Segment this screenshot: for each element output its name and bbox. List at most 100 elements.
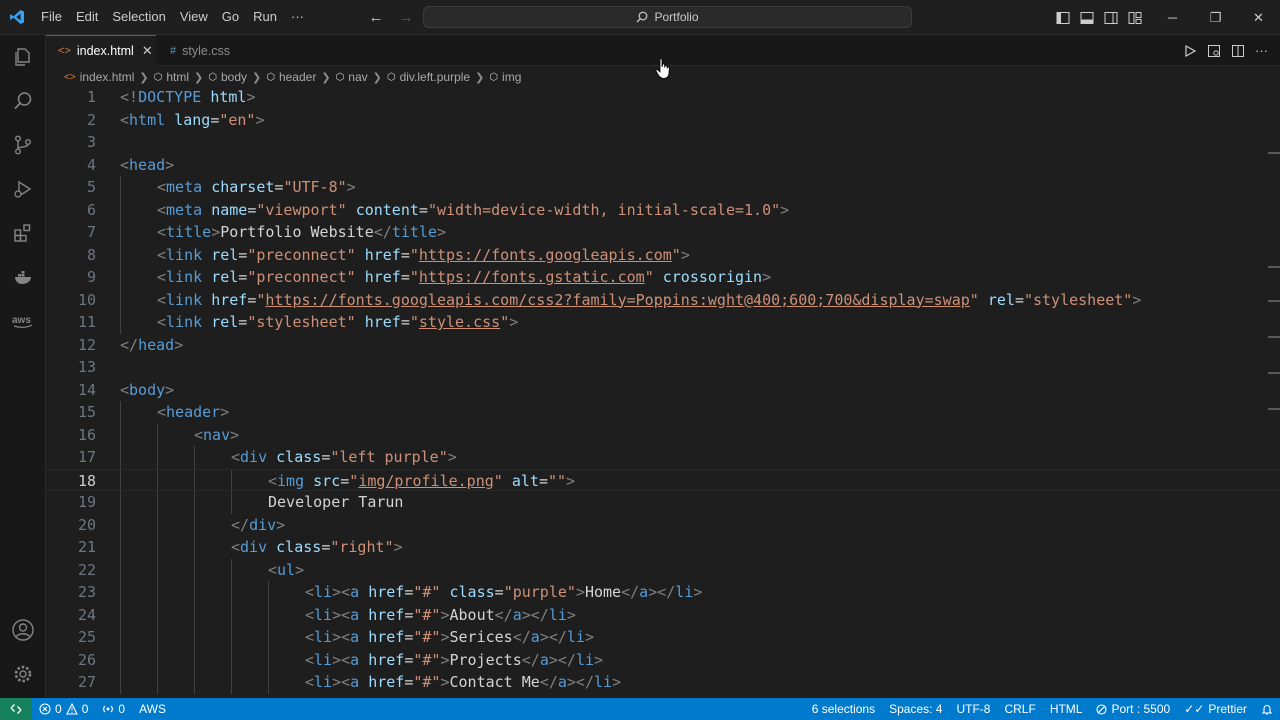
code-line[interactable]: 6 <meta name="viewport" content="width=de… (46, 198, 1280, 221)
explorer-icon[interactable] (0, 35, 46, 79)
menu-run[interactable]: Run (246, 5, 284, 29)
code-line[interactable]: 17 <div class="left purple"> (46, 446, 1280, 469)
indentation-status[interactable]: Spaces: 4 (882, 698, 949, 720)
code-line[interactable]: 3 (46, 131, 1280, 154)
code-line[interactable]: 19 Developer Tarun (46, 491, 1280, 514)
command-center-label: Portfolio (654, 10, 699, 24)
code-line[interactable]: 20 </div> (46, 513, 1280, 536)
error-icon (39, 703, 51, 715)
menu-selection[interactable]: Selection (105, 5, 172, 29)
code-line[interactable]: 27 <li><a href="#">Contact Me</a></li> (46, 671, 1280, 694)
code-line[interactable]: 25 <li><a href="#">Serices</a></li> (46, 626, 1280, 649)
breadcrumb-item-body[interactable]: ⬡ body (208, 70, 247, 84)
close-window-icon[interactable]: ✕ (1237, 0, 1280, 35)
broadcast-icon (103, 705, 114, 713)
code-line[interactable]: 12 </head> (46, 334, 1280, 357)
menu-go[interactable]: Go (215, 5, 246, 29)
tab-style-css[interactable]: # style.css (158, 35, 248, 66)
code-line[interactable]: 7 <title>Portfolio Website</title> (46, 221, 1280, 244)
html-file-icon: <> (58, 45, 71, 57)
docker-icon[interactable] (0, 255, 46, 299)
html-file-icon: <> (64, 71, 76, 83)
eol-status[interactable]: CRLF (997, 698, 1042, 720)
menu-view[interactable]: View (173, 5, 215, 29)
search-icon[interactable] (0, 79, 46, 123)
remote-indicator-icon[interactable] (0, 698, 32, 720)
more-actions-icon[interactable]: ··· (1255, 43, 1268, 58)
accounts-icon[interactable] (0, 608, 46, 652)
selections-status[interactable]: 6 selections (805, 698, 882, 720)
code-line[interactable]: 10 <link href="https://fonts.googleapis.c… (46, 288, 1280, 311)
code-line[interactable]: 2 <html lang="en"> (46, 109, 1280, 132)
code-line[interactable]: 26 <li><a href="#">Projects</a></li> (46, 648, 1280, 671)
code-line[interactable]: 22 <ul> (46, 558, 1280, 581)
customize-layout-icon[interactable] (1126, 9, 1144, 27)
code-line[interactable]: 24 <li><a href="#">About</a></li> (46, 603, 1280, 626)
breadcrumb-item-header[interactable]: ⬡ header (266, 70, 316, 84)
open-preview-icon[interactable] (1207, 44, 1221, 58)
prettier-status[interactable]: ✓✓ Prettier (1177, 698, 1254, 720)
overview-ruler[interactable] (1268, 88, 1280, 698)
code-line[interactable]: 15 <header> (46, 401, 1280, 424)
breadcrumb-item-div[interactable]: ⬡ div.left.purple (387, 70, 470, 84)
css-file-icon: # (170, 44, 177, 57)
code-line[interactable]: 9 <link rel="preconnect" href="https://fo… (46, 266, 1280, 289)
code-link[interactable]: img/profile.png (358, 472, 493, 490)
element-icon: ⬡ (335, 71, 345, 83)
manage-gear-icon[interactable] (0, 652, 46, 696)
aws-status[interactable]: AWS (132, 698, 173, 720)
svg-text:aws: aws (12, 315, 31, 326)
element-icon: ⬡ (208, 71, 217, 83)
split-editor-icon[interactable] (1231, 44, 1245, 58)
command-center-search[interactable]: Portfolio (423, 6, 912, 28)
tab-index-html[interactable]: <> index.html ✕ (46, 35, 156, 66)
block-icon (1096, 703, 1108, 715)
menu-more[interactable]: ··· (284, 5, 311, 29)
restore-icon[interactable]: ❐ (1194, 0, 1237, 35)
code-line[interactable]: 11 <link rel="stylesheet" href="style.css… (46, 311, 1280, 334)
breadcrumb-item-html[interactable]: ⬡ html (154, 70, 189, 84)
code-line[interactable]: 1 <!DOCTYPE html> (46, 88, 1280, 109)
breadcrumb-item-img[interactable]: ⬡ img (489, 70, 521, 84)
toggle-primary-sidebar-icon[interactable] (1054, 9, 1072, 27)
live-server-port-status[interactable]: Port : 5500 (1089, 698, 1177, 720)
toggle-panel-icon[interactable] (1078, 9, 1096, 27)
toggle-secondary-sidebar-icon[interactable] (1102, 9, 1120, 27)
breadcrumb-item-file[interactable]: <> index.html (64, 70, 134, 84)
back-arrow-icon[interactable]: ← (366, 9, 386, 26)
code-line-current[interactable]: 18 <img src="img/profile.png" alt=""> (46, 468, 1280, 491)
code-editor[interactable]: 1 <!DOCTYPE html> 2 <html lang="en"> 3 4 <h… (46, 88, 1280, 698)
encoding-status[interactable]: UTF-8 (949, 698, 997, 720)
breadcrumb-item-nav[interactable]: ⬡ nav (336, 70, 368, 84)
language-mode-status[interactable]: HTML (1043, 698, 1090, 720)
code-line[interactable]: 13 (46, 356, 1280, 379)
chevron-right-icon: ❯ (475, 71, 485, 84)
forward-arrow-icon[interactable]: → (396, 9, 416, 26)
extensions-icon[interactable] (0, 211, 46, 255)
code-link[interactable]: https://fonts.googleapis.com/css2?family… (265, 291, 969, 309)
close-tab-icon[interactable]: ✕ (142, 43, 153, 59)
element-icon: ⬡ (266, 71, 275, 83)
code-line[interactable]: 16 <nav> (46, 423, 1280, 446)
source-control-icon[interactable] (0, 123, 46, 167)
problems-indicator[interactable]: 0 0 (32, 698, 95, 720)
chevron-right-icon: ❯ (194, 71, 204, 84)
minimize-icon[interactable]: ─ (1151, 0, 1194, 35)
ports-indicator[interactable]: 0 (95, 698, 132, 720)
code-line[interactable]: 23 <li><a href="#" class="purple">Home</a… (46, 581, 1280, 604)
menu-file[interactable]: File (34, 5, 69, 29)
code-link[interactable]: style.css (419, 313, 500, 331)
aws-toolkit-icon[interactable]: aws (0, 299, 46, 343)
code-link[interactable]: https://fonts.gstatic.com (419, 268, 645, 286)
code-line[interactable]: 5 <meta charset="UTF-8"> (46, 176, 1280, 199)
menu-edit[interactable]: Edit (69, 5, 105, 29)
code-line[interactable]: 4 <head> (46, 154, 1280, 177)
code-line[interactable]: 21 <div class="right"> (46, 536, 1280, 559)
run-and-debug-icon[interactable] (0, 167, 46, 211)
editor-actions: ··· (1183, 35, 1268, 66)
code-line[interactable]: 14 <body> (46, 379, 1280, 402)
code-link[interactable]: https://fonts.googleapis.com (419, 246, 672, 264)
run-icon[interactable] (1183, 44, 1197, 58)
code-line[interactable]: 8 <link rel="preconnect" href="https://fo… (46, 243, 1280, 266)
notifications-bell-icon[interactable] (1254, 698, 1280, 720)
